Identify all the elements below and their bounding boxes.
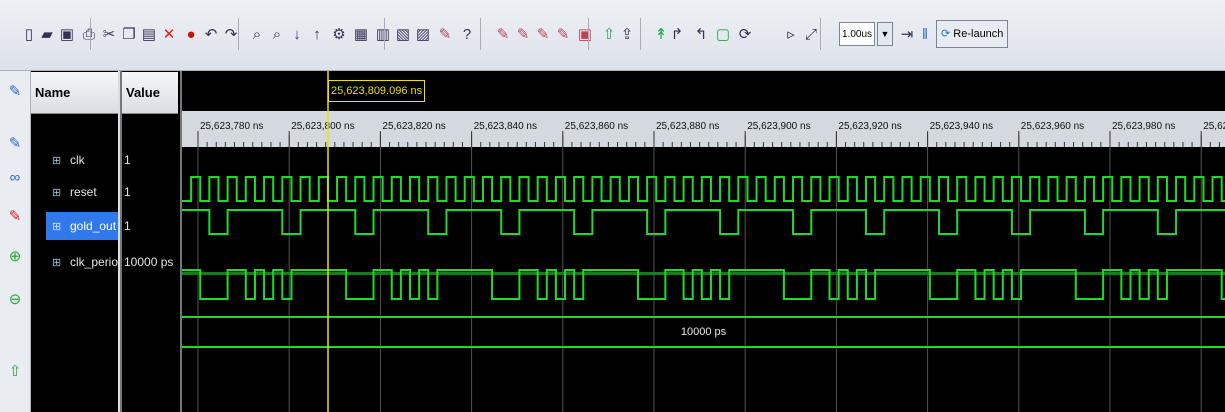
timeline-tick-label: 25,623,840 ns	[474, 121, 537, 132]
go-to-time-icon[interactable]: ⇪	[616, 20, 638, 48]
timeline-tick-label: 25,623,980 ns	[1112, 121, 1175, 132]
stop-icon[interactable]: ●	[180, 20, 202, 48]
signal-value: 1	[124, 153, 131, 167]
cut-icon[interactable]: ✂	[98, 20, 120, 48]
signal-row-clk-period[interactable]: ⊞ clk_perio	[52, 248, 118, 276]
toolbar-separator	[384, 18, 385, 50]
zoom-in-icon[interactable]: ▥	[372, 20, 394, 48]
toolbar: ▯ ▰ ▣ ⎙ ✂ ❐ ▤ ✕ ● ↶ ↷ ⌕ ⌕ ↓ ↑ ⚙ ▦ ▥ ▧ ▨ ✎? ✎ ✎ ✎ ✎ ▣ ⇧ ⇪ ↟ ↱ ↰ ▢ ⟳ ▹ ⤢ ⇥ ‖	[0, 0, 1225, 71]
run-icon[interactable]: ⇧	[5, 361, 25, 381]
zoom-plus-icon[interactable]: ⊕	[5, 246, 25, 266]
clk-waveform	[182, 176, 1225, 202]
timeline-tick-label: 25,623,900 ns	[747, 121, 810, 132]
signal-value: 10000 ps	[124, 255, 174, 269]
signal-value: 1	[124, 219, 131, 233]
signal-icon: ⊞	[52, 187, 62, 199]
delete-icon[interactable]: ✕	[158, 20, 180, 48]
marker-d-icon[interactable]: ✎	[552, 20, 574, 48]
marker-b-icon[interactable]: ✎	[512, 20, 534, 48]
restart-icon[interactable]: ↰	[690, 20, 712, 48]
zoom-minus-icon[interactable]: ⊖	[5, 289, 25, 309]
zoom-full-icon[interactable]: ▨	[412, 20, 434, 48]
marker-a-icon[interactable]: ✎	[492, 20, 514, 48]
time-step-select[interactable]: 1.00us	[839, 22, 875, 46]
timeline-tick-label: 25,62	[1203, 121, 1225, 132]
toolbar-separator	[588, 18, 589, 50]
zoom-out-icon[interactable]: ▧	[392, 20, 414, 48]
open-folder-icon[interactable]: ▰	[36, 20, 58, 48]
pause-icon[interactable]: ↱	[666, 20, 688, 48]
cursor-time-label: 25,623,809.096 ns	[328, 80, 426, 102]
clk-period-bus-value: 10000 ps	[681, 326, 727, 338]
find-next-icon[interactable]: ⌕	[266, 20, 288, 48]
zoom-fit-icon[interactable]: ▦	[350, 20, 372, 48]
pause-icon[interactable]: ‖	[914, 20, 936, 48]
toolbar-separator	[238, 18, 239, 50]
signal-row-gold-out[interactable]: ⊞ gold_out	[46, 212, 118, 240]
gold-out-band	[182, 272, 1225, 275]
help-icon[interactable]: ?	[456, 20, 478, 48]
signal-value: 1	[124, 185, 131, 199]
timeline-tick-label: 25,623,820 ns	[382, 121, 445, 132]
settings-icon[interactable]: ⚙	[328, 20, 350, 48]
chevron-down-icon[interactable]: ▼	[877, 22, 893, 46]
toolbar-separator	[640, 18, 641, 50]
print-icon[interactable]: ⎙	[78, 20, 100, 48]
name-column-header[interactable]: Name	[31, 72, 118, 114]
signal-icon: ⊞	[52, 257, 62, 269]
waveform-canvas[interactable]: 25,623,780 ns 25,623,800 ns 25,623,820 ns 2…	[182, 71, 1225, 412]
save-icon[interactable]: ▣	[56, 20, 78, 48]
run-time-icon[interactable]: ⤢	[800, 20, 822, 48]
marker-pin-icon[interactable]: ✎	[5, 133, 25, 153]
timeline-tick-label: 25,623,860 ns	[565, 121, 628, 132]
signal-row-reset[interactable]: ⊞ reset	[52, 178, 112, 206]
timeline-tick-label: 25,623,960 ns	[1021, 121, 1084, 132]
value-pane	[120, 71, 180, 412]
timeline-tick-label: 25,623,940 ns	[930, 121, 993, 132]
run-to-icon[interactable]: ▢	[712, 20, 734, 48]
relaunch-icon[interactable]: ⟳	[734, 20, 756, 48]
undo-icon[interactable]: ↶	[200, 20, 222, 48]
signal-icon: ⊞	[52, 221, 62, 233]
link-icon[interactable]: ∞	[5, 167, 25, 187]
marker-pin-icon[interactable]: ✎	[5, 81, 25, 101]
signal-icon: ⊞	[52, 155, 62, 167]
toolbar-separator	[90, 18, 91, 50]
timeline-tick-label: 25,623,880 ns	[656, 121, 719, 132]
value-column-header[interactable]: Value	[122, 72, 178, 114]
timeline-tick-label: 25,623,920 ns	[838, 121, 901, 132]
find-icon[interactable]: ⌕	[246, 20, 268, 48]
marker-icon[interactable]: ✎	[434, 20, 456, 48]
run-for-icon[interactable]: ▹	[780, 20, 802, 48]
paste-icon[interactable]: ▤	[138, 20, 160, 48]
marker-c-icon[interactable]: ✎	[532, 20, 554, 48]
timeline-tick-label: 25,623,780 ns	[200, 121, 263, 132]
name-pane	[31, 71, 118, 412]
reset-waveform	[182, 209, 1225, 235]
left-tool-strip: ✎ ✎ ∞ ✎ ⊕ ⊖ ⇧	[0, 71, 31, 412]
marker-pin-red-icon[interactable]: ✎	[5, 206, 25, 226]
copy-icon[interactable]: ❐	[118, 20, 140, 48]
signal-row-clk[interactable]: ⊞ clk	[52, 146, 112, 174]
sort-up-icon[interactable]: ↑	[306, 20, 328, 48]
relaunch-icon: ⟳	[941, 28, 951, 40]
toolbar-separator	[480, 18, 481, 50]
timeline-tick-label: 25,623,800 ns	[291, 121, 354, 132]
relaunch-button[interactable]: ⟳ Re-launch	[936, 20, 1008, 48]
marker-e-icon[interactable]: ▣	[574, 20, 596, 48]
sort-down-icon[interactable]: ↓	[286, 20, 308, 48]
